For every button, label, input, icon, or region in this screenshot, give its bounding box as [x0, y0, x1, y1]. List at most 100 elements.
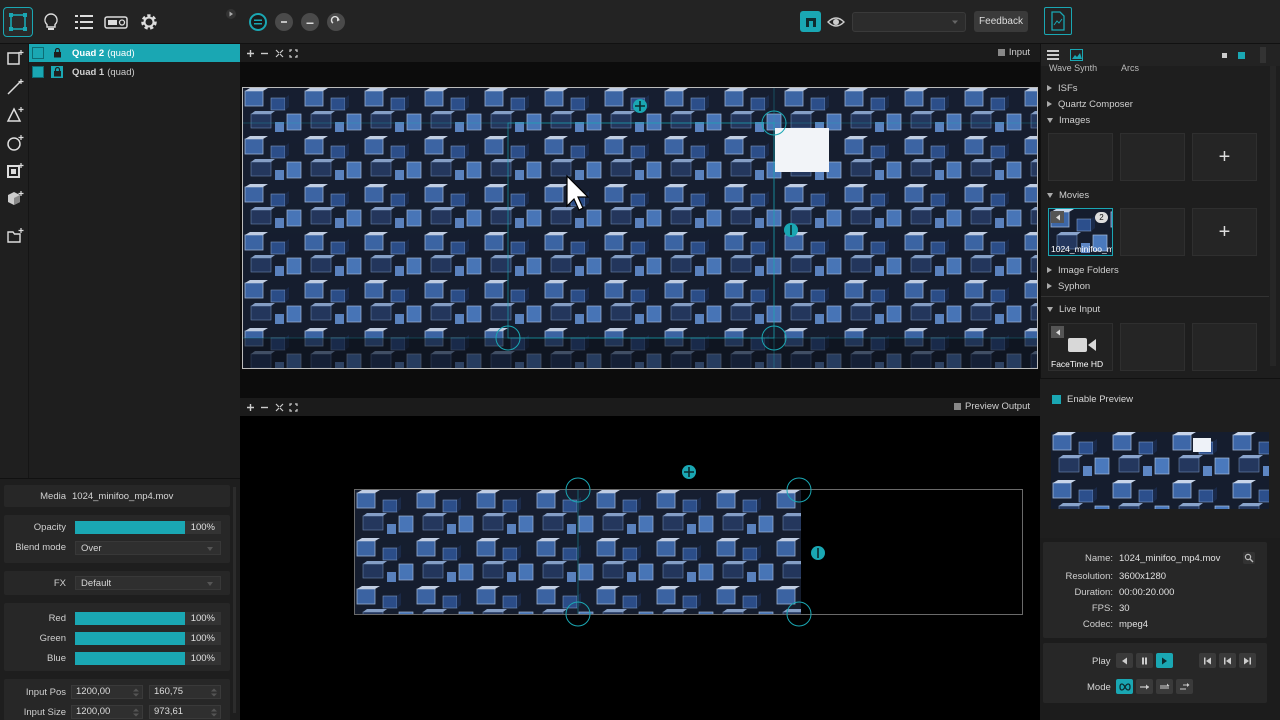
- quad-tool-icon[interactable]: [3, 7, 33, 37]
- go-to-end-icon[interactable]: [1239, 653, 1256, 668]
- lock-icon[interactable]: [51, 66, 63, 78]
- input-pos-x-field[interactable]: 1200,00: [71, 685, 143, 699]
- play-once-mode-icon[interactable]: [1136, 679, 1153, 694]
- blend-mode-select[interactable]: Over: [75, 541, 221, 555]
- minus-icon[interactable]: [275, 13, 293, 31]
- live-input-thumbnail[interactable]: FaceTime HD: [1048, 323, 1113, 371]
- right-scrollbar[interactable]: [1270, 66, 1276, 366]
- partial-item-arcs[interactable]: Arcs: [1121, 63, 1139, 73]
- lock-icon[interactable]: [51, 47, 63, 59]
- lightbulb-icon[interactable]: [37, 8, 65, 36]
- blue-value: 100%: [190, 653, 215, 664]
- document-icon[interactable]: [1044, 7, 1072, 35]
- layer-row-quad-2[interactable]: Quad 2 (quad): [29, 44, 240, 62]
- preview-thumbnail: [1051, 432, 1269, 509]
- input-size-h-field[interactable]: 973,61: [149, 705, 221, 719]
- resolution-value: 3600x1280: [1119, 571, 1167, 582]
- fullscreen-icon[interactable]: [287, 47, 299, 59]
- layer-visibility-checkbox[interactable]: [32, 66, 44, 78]
- gear-icon[interactable]: [135, 8, 163, 36]
- category-movies[interactable]: Movies: [1047, 188, 1272, 202]
- stepper-icon[interactable]: [211, 688, 217, 697]
- fps-value: 30: [1119, 603, 1130, 614]
- red-label: Red: [48, 613, 66, 624]
- input-pos-y-value: 160,75: [154, 686, 184, 697]
- loop-mode-icon[interactable]: [1116, 679, 1133, 694]
- layers-toggle-icon[interactable]: [249, 13, 267, 31]
- category-quartz-composer[interactable]: Quartz Composer: [1047, 97, 1272, 111]
- category-images[interactable]: Images: [1047, 113, 1272, 127]
- image-slot[interactable]: [1120, 133, 1185, 181]
- flatten-icon[interactable]: [301, 13, 319, 31]
- input-media-view[interactable]: [242, 87, 1038, 369]
- browser-scrollbar[interactable]: [1260, 47, 1266, 63]
- play-icon[interactable]: [1156, 653, 1173, 668]
- random-mode-icon[interactable]: [1176, 679, 1193, 694]
- projector-icon[interactable]: [102, 8, 130, 36]
- movie-thumbnail[interactable]: 2 1024_minifoo_m: [1048, 208, 1113, 256]
- live-input-slot[interactable]: [1192, 323, 1257, 371]
- input-size-w-field[interactable]: 1200,00: [71, 705, 143, 719]
- search-icon[interactable]: [1243, 552, 1255, 564]
- go-to-start-icon[interactable]: [1199, 653, 1216, 668]
- add-3d-object-icon[interactable]: [6, 190, 24, 208]
- enable-preview-checkbox[interactable]: [1052, 395, 1061, 404]
- add-movie-button[interactable]: +: [1192, 208, 1257, 256]
- output-select[interactable]: [852, 12, 966, 32]
- green-slider[interactable]: 100%: [75, 632, 221, 645]
- fx-section: FX Default: [4, 571, 230, 595]
- add-quad-icon[interactable]: [6, 49, 24, 67]
- eye-icon[interactable]: [826, 12, 846, 32]
- output-quad-handles[interactable]: [240, 398, 1040, 720]
- image-slot[interactable]: [1048, 133, 1113, 181]
- back-arrow-icon[interactable]: [1051, 326, 1064, 338]
- category-image-folders[interactable]: Image Folders: [1047, 263, 1272, 277]
- input-pos-y-field[interactable]: 160,75: [149, 685, 221, 699]
- add-triangle-icon[interactable]: [6, 106, 24, 124]
- collapse-arrow-icon[interactable]: [226, 9, 236, 19]
- bounce-mode-icon[interactable]: [1156, 679, 1173, 694]
- step-back-icon[interactable]: [1116, 653, 1133, 668]
- input-panel-header: Input: [240, 44, 1040, 62]
- play-label: Play: [1092, 656, 1111, 667]
- add-group-icon[interactable]: [6, 227, 24, 245]
- layer-visibility-checkbox[interactable]: [32, 47, 44, 59]
- large-grid-icon[interactable]: [1238, 52, 1245, 59]
- add-line-icon[interactable]: [6, 78, 24, 96]
- red-slider[interactable]: 100%: [75, 612, 221, 625]
- media-value: 1024_minifoo_mp4.mov: [72, 491, 174, 502]
- list-icon[interactable]: [70, 8, 98, 36]
- redo-icon[interactable]: [327, 13, 345, 31]
- stepper-icon[interactable]: [133, 688, 139, 697]
- movie-slot[interactable]: [1120, 208, 1185, 256]
- madmapper-logo-icon[interactable]: [800, 11, 821, 32]
- feedback-button[interactable]: Feedback: [974, 11, 1028, 32]
- live-input-slot[interactable]: [1120, 323, 1185, 371]
- enable-preview-toggle[interactable]: Enable Preview: [1052, 394, 1133, 405]
- fx-select[interactable]: Default: [75, 576, 221, 590]
- category-isfs[interactable]: ISFs: [1047, 81, 1272, 95]
- pause-icon[interactable]: [1136, 653, 1153, 668]
- blue-slider[interactable]: 100%: [75, 652, 221, 665]
- media-browser: Wave Synth Arcs ISFs Quartz Composer Ima…: [1040, 44, 1280, 378]
- stepper-icon[interactable]: [211, 708, 217, 717]
- fit-icon[interactable]: [273, 47, 285, 59]
- category-syphon[interactable]: Syphon: [1047, 279, 1272, 293]
- back-arrow-icon[interactable]: [1051, 211, 1064, 223]
- small-grid-icon[interactable]: [1222, 53, 1227, 58]
- add-mask-icon[interactable]: [6, 162, 24, 180]
- zoom-in-icon[interactable]: [244, 47, 256, 59]
- input-size-label: Input Size: [23, 707, 66, 718]
- add-circle-icon[interactable]: [6, 134, 24, 152]
- previous-frame-icon[interactable]: [1219, 653, 1236, 668]
- category-live-input[interactable]: Live Input: [1047, 302, 1272, 316]
- stepper-icon[interactable]: [133, 708, 139, 717]
- partial-item-wave-synth[interactable]: Wave Synth: [1049, 63, 1097, 73]
- list-view-icon[interactable]: [1047, 49, 1059, 61]
- zoom-out-icon[interactable]: [258, 47, 270, 59]
- layer-row-quad-1[interactable]: Quad 1 (quad): [29, 63, 240, 81]
- image-view-icon[interactable]: [1070, 49, 1083, 61]
- opacity-slider[interactable]: 100%: [75, 521, 221, 534]
- add-image-button[interactable]: +: [1192, 133, 1257, 181]
- inspector-scrollbar[interactable]: [233, 487, 236, 713]
